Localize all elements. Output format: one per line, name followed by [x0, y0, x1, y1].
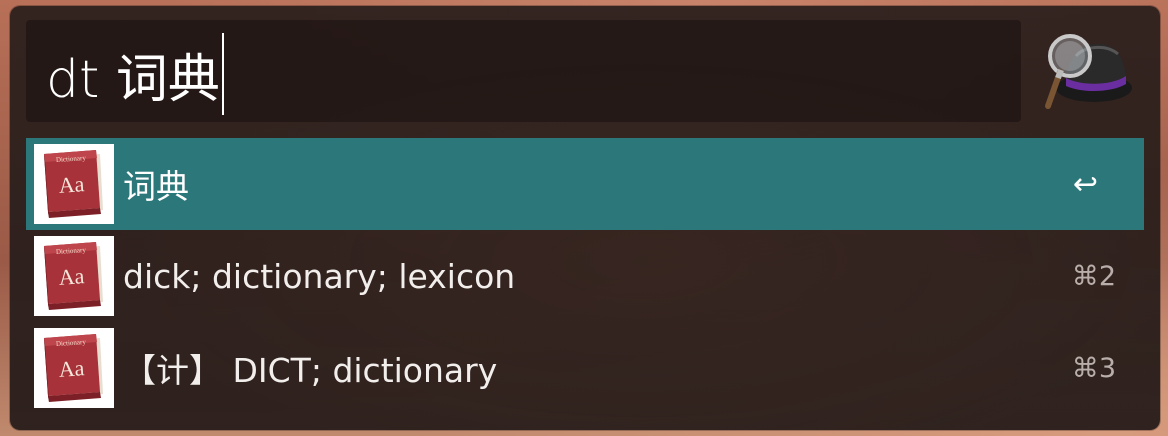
dictionary-book-icon: [34, 236, 114, 316]
result-row-3[interactable]: 【计】 DICT; dictionary ⌘3: [26, 322, 1144, 414]
result-title: dick; dictionary; lexicon: [123, 256, 516, 296]
search-query-value: dt 词典: [46, 49, 220, 110]
search-query-text[interactable]: dt 词典: [46, 33, 224, 115]
result-row-1[interactable]: 词典 ↩: [26, 138, 1144, 230]
search-input[interactable]: dt 词典: [26, 20, 1021, 122]
dictionary-book-icon: [34, 144, 114, 224]
result-shortcut: ⌘3: [1071, 352, 1116, 384]
result-title: 【计】 DICT; dictionary: [123, 351, 498, 390]
text-caret: [221, 33, 224, 115]
dictionary-book-icon: [34, 328, 114, 408]
alfred-hat-icon[interactable]: [1036, 26, 1136, 116]
launcher-window: dt 词典 词典 ↩ dick; dictionary; lexicon ⌘2: [10, 6, 1160, 430]
return-key-icon: ↩: [1072, 166, 1098, 202]
result-shortcut: ⌘2: [1071, 260, 1116, 292]
result-title: 词典: [123, 167, 189, 206]
results-list: 词典 ↩ dick; dictionary; lexicon ⌘2 【计】 DI…: [26, 138, 1144, 414]
result-row-2[interactable]: dick; dictionary; lexicon ⌘2: [26, 230, 1144, 322]
